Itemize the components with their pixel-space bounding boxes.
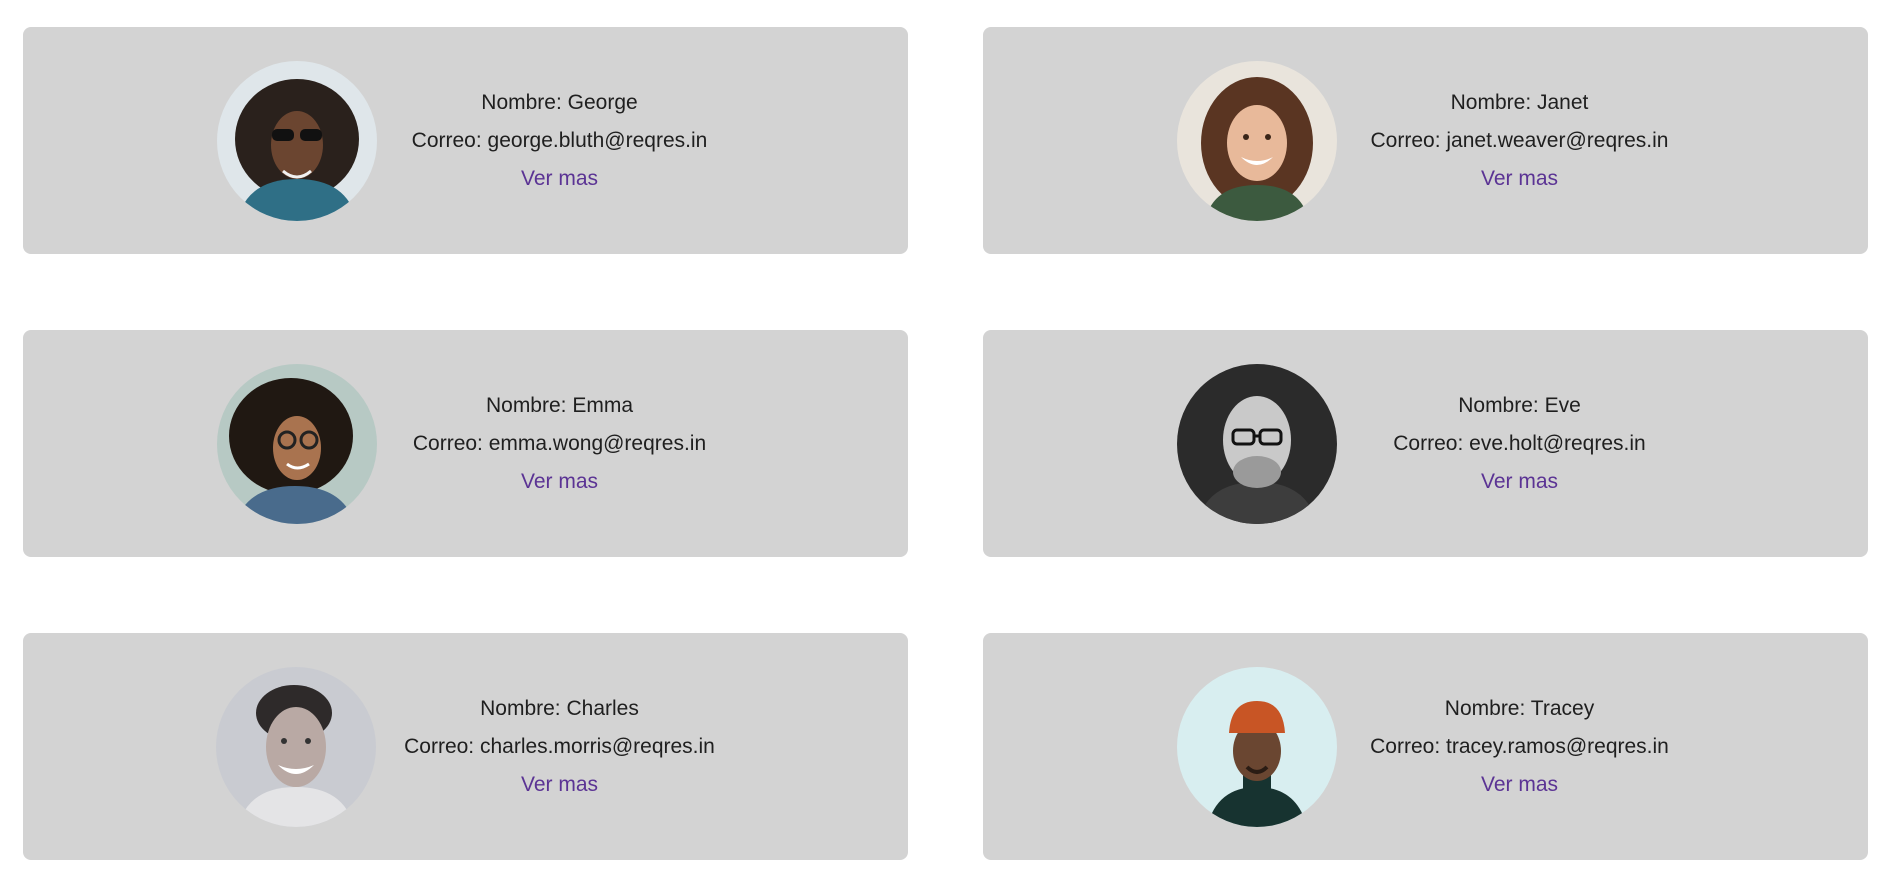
user-email: tracey.ramos@reqres.in (1446, 734, 1669, 758)
avatar (216, 666, 377, 827)
user-email-line: Correo: george.bluth@reqres.in (411, 128, 708, 152)
avatar-portrait-icon (1176, 666, 1337, 827)
user-first-name: Emma (572, 393, 634, 417)
avatar-portrait-icon (216, 363, 377, 524)
avatar (216, 60, 377, 221)
user-email: janet.weaver@reqres.in (1446, 128, 1669, 152)
user-card-george: Nombre: George Correo: george.bluth@reqr… (23, 27, 908, 254)
user-card-eve: Nombre: Eve Correo: eve.holt@reqres.in V… (983, 330, 1868, 557)
avatar (1176, 363, 1337, 524)
user-first-name: Tracey (1530, 696, 1595, 720)
user-card-janet: Nombre: Janet Correo: janet.weaver@reqre… (983, 27, 1868, 254)
user-email-line: Correo: charles.morris@reqres.in (404, 734, 715, 758)
ver-mas-link[interactable]: Ver mas (404, 766, 715, 804)
user-first-name: Eve (1544, 393, 1581, 417)
avatar (1176, 666, 1337, 827)
user-email: charles.morris@reqres.in (479, 734, 715, 758)
avatar-portrait-icon (1176, 60, 1337, 221)
user-email: emma.wong@reqres.in (488, 431, 707, 455)
user-grid: Nombre: George Correo: george.bluth@reqr… (23, 27, 1868, 860)
user-card-charles: Nombre: Charles Correo: charles.morris@r… (23, 633, 908, 860)
user-email: george.bluth@reqres.in (487, 128, 708, 152)
ver-mas-link[interactable]: Ver mas (1365, 160, 1675, 198)
user-card-emma: Nombre: Emma Correo: emma.wong@reqres.in… (23, 330, 908, 557)
user-email-line: Correo: eve.holt@reqres.in (1393, 431, 1646, 455)
user-first-name: Janet (1537, 90, 1589, 114)
avatar-portrait-icon (1176, 363, 1337, 524)
user-email-line: Correo: tracey.ramos@reqres.in (1370, 734, 1669, 758)
avatar-portrait-icon (216, 60, 377, 221)
user-name-line: Nombre: Charles (480, 696, 639, 720)
user-name-line: Nombre: Tracey (1444, 696, 1595, 720)
user-first-name: George (567, 90, 638, 114)
user-info: Nombre: Eve Correo: eve.holt@reqres.in V… (1365, 387, 1675, 501)
user-info: Nombre: Emma Correo: emma.wong@reqres.in… (405, 387, 715, 501)
user-info: Nombre: Tracey Correo: tracey.ramos@reqr… (1365, 690, 1675, 804)
ver-mas-link[interactable]: Ver mas (405, 160, 715, 198)
user-first-name: Charles (566, 696, 639, 720)
user-info: Nombre: Charles Correo: charles.morris@r… (404, 690, 715, 804)
user-info: Nombre: George Correo: george.bluth@reqr… (405, 84, 715, 198)
user-name-line: Nombre: Eve (1458, 393, 1581, 417)
user-email-line: Correo: emma.wong@reqres.in (412, 431, 707, 455)
user-name-line: Nombre: Emma (485, 393, 634, 417)
ver-mas-link[interactable]: Ver mas (1365, 463, 1675, 501)
user-name-line: Nombre: George (481, 90, 638, 114)
avatar (1176, 60, 1337, 221)
user-info: Nombre: Janet Correo: janet.weaver@reqre… (1365, 84, 1675, 198)
user-email: eve.holt@reqres.in (1469, 431, 1646, 455)
avatar-portrait-icon (216, 666, 377, 827)
avatar (216, 363, 377, 524)
ver-mas-link[interactable]: Ver mas (1365, 766, 1675, 804)
user-card-tracey: Nombre: Tracey Correo: tracey.ramos@reqr… (983, 633, 1868, 860)
user-name-line: Nombre: Janet (1450, 90, 1589, 114)
ver-mas-link[interactable]: Ver mas (405, 463, 715, 501)
user-email-line: Correo: janet.weaver@reqres.in (1370, 128, 1669, 152)
